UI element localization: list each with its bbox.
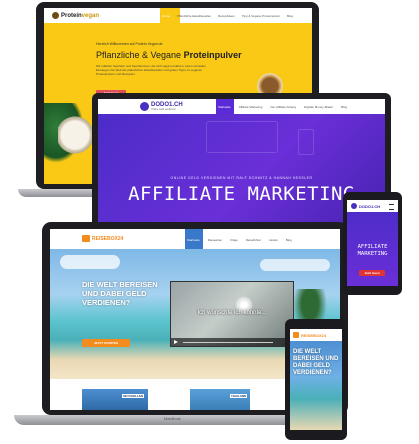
logo-icon xyxy=(140,102,149,111)
main-nav: Startseite Affiliate Marketing Der Affil… xyxy=(218,105,347,109)
logo-suffix: vegan xyxy=(81,12,100,19)
phone-header: REISEBOX24 xyxy=(290,329,342,341)
logo-prefix: Protein xyxy=(61,12,82,19)
nav-item-home[interactable]: Startseite xyxy=(218,105,231,109)
logo-text: DODO1.CH xyxy=(359,204,381,209)
nav-item-guides[interactable]: Reiseführer xyxy=(246,238,262,242)
hero-title: DIE WELT BEREISEN UND DABEI GELD VERDIEN… xyxy=(293,349,339,376)
nav-item-money-maker[interactable]: Digitale Money-Maker xyxy=(304,105,333,109)
headline-bold: Proteinpulver xyxy=(183,50,242,60)
nav-item-home[interactable]: Home xyxy=(162,14,170,18)
destination-card[interactable]: SEYCHELLEN xyxy=(82,389,148,410)
desk-keyboard xyxy=(206,121,278,153)
nav-item-recipes[interactable]: Rezeptideen xyxy=(218,14,235,18)
hamburger-icon[interactable] xyxy=(389,204,394,210)
nav-item-home[interactable]: Startseite xyxy=(187,238,200,242)
card-label: THAILAND xyxy=(230,394,248,398)
destination-card[interactable]: THAILAND xyxy=(190,389,250,410)
cloud-graphic xyxy=(60,255,120,269)
read-more-button[interactable]: Jetzt lesen xyxy=(359,270,385,276)
nav-item-blog[interactable]: Blog xyxy=(286,238,292,242)
hero-tagline: ONLINE GELD VERDIENEN MIT RALF SCHMITZ &… xyxy=(170,176,313,180)
hero-title: DIE WELT BEREISEN UND DABEI GELD VERDIEN… xyxy=(82,280,158,307)
card-label: SEYCHELLEN xyxy=(122,394,145,398)
nav-item-blog[interactable]: Blog xyxy=(341,105,347,109)
play-icon[interactable] xyxy=(174,340,178,344)
nav-item-blog[interactable]: Blog xyxy=(287,14,293,18)
brand-logo[interactable]: Protein vegan xyxy=(52,11,99,20)
nav-item-travel-types[interactable]: Reisearten xyxy=(208,238,223,242)
logo-icon xyxy=(52,12,59,19)
video-caption: Ich wünschte ich könnte... xyxy=(197,310,267,316)
rice-bowl-image xyxy=(58,116,92,154)
nav-item-sources[interactable]: Pflanzliche Eiweißquellen xyxy=(177,14,211,18)
cloud-graphic xyxy=(260,259,330,271)
hero-headline: Pflanzliche & Vegane Proteinpulver xyxy=(96,50,242,60)
device-brand: MacBook xyxy=(164,416,181,421)
phone-right-screen: DODO1.CH AFFILIATE MARKETING Jetzt lesen xyxy=(347,200,398,286)
brand-logo[interactable]: REISEBOX24 xyxy=(82,235,123,242)
site-header: Protein vegan Home Pflanzliche Eiweißquel… xyxy=(44,8,312,23)
headline-plain: Pflanzliche & Vegane xyxy=(96,50,184,60)
nav-item-tips[interactable]: Tipp & Vegane Proteinpulver xyxy=(242,14,280,18)
hero-body: Wir erklären Sportlern und Sportlerinnen… xyxy=(96,64,206,76)
video-player[interactable]: Ich wünschte ich könnte... xyxy=(170,281,294,347)
progress-bar[interactable] xyxy=(183,341,273,343)
site-header: DODO1.CH Online Geld verdienen Startseit… xyxy=(98,99,385,114)
logo-text: REISEBOX24 xyxy=(92,235,124,242)
logo-icon xyxy=(82,235,90,242)
hero-title: AFFILIATE MARKETING xyxy=(128,183,355,205)
logo-subtext: Online Geld verdienen xyxy=(151,108,176,111)
site-header: REISEBOX24 Startseite Reisearten Flüge R… xyxy=(50,229,340,250)
logo-text: REISEBOX24 xyxy=(301,333,327,338)
hero-title: AFFILIATE MARKETING xyxy=(357,244,388,257)
nav-item-start[interactable]: Der Affiliate Anfang xyxy=(270,105,295,109)
video-controls xyxy=(171,338,293,346)
desk-phone xyxy=(298,129,314,155)
nav-item-affiliate[interactable]: Affiliate Marketing xyxy=(239,105,263,109)
logo-icon xyxy=(293,332,299,338)
nav-item-flights[interactable]: Flüge xyxy=(230,238,238,242)
logo-icon xyxy=(351,203,357,209)
nav-item-hotels[interactable]: Hotels xyxy=(269,238,278,242)
brand-logo[interactable]: DODO1.CH Online Geld verdienen xyxy=(140,101,183,112)
phone-bottom-screen: REISEBOX24 DIE WELT BEREISEN UND DABEI G… xyxy=(290,329,342,430)
start-now-button[interactable]: Jetzt starten xyxy=(82,339,130,347)
main-nav: Startseite Reisearten Flüge Reiseführer … xyxy=(187,238,292,242)
phone-header: DODO1.CH xyxy=(347,200,398,212)
welcome-text: Herzlich Willkommen auf Protein-Vegan.de xyxy=(96,42,163,46)
main-nav: Home Pflanzliche Eiweißquellen Rezeptide… xyxy=(162,14,293,18)
